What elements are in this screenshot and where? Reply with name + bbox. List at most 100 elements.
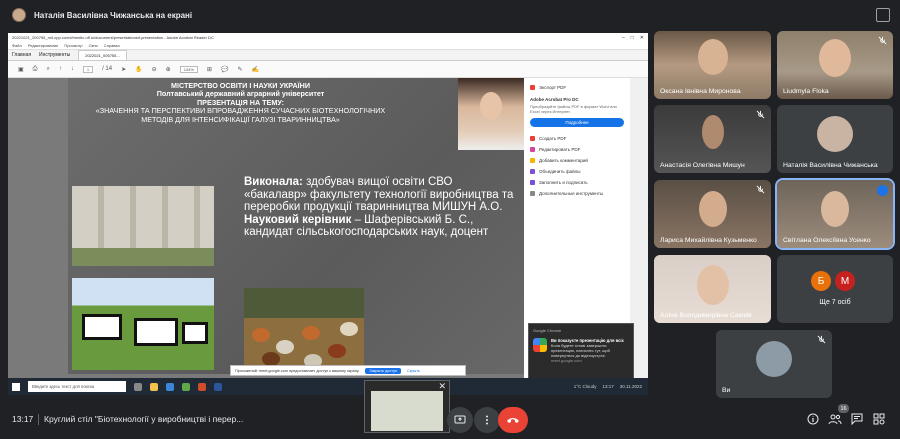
chrome-icon[interactable] bbox=[182, 382, 190, 391]
edit-pdf-icon bbox=[530, 147, 535, 152]
combine-files-item[interactable]: Объединить файлы bbox=[530, 166, 624, 177]
window-controls: – □ ✕ bbox=[622, 35, 648, 41]
comment-icon[interactable]: 💬 bbox=[221, 66, 228, 73]
minimize-icon[interactable]: – bbox=[622, 35, 625, 41]
chat-button[interactable] bbox=[848, 410, 866, 428]
page-total: / 14 bbox=[102, 66, 113, 72]
participant-tile[interactable]: Аліна Володимирівна Саюків bbox=[654, 255, 771, 323]
word-icon[interactable] bbox=[214, 382, 222, 391]
comment-item[interactable]: Добавить комментарий bbox=[530, 155, 624, 166]
menu-help[interactable]: Справка bbox=[104, 43, 120, 48]
fill-sign-icon bbox=[530, 180, 535, 185]
activities-icon bbox=[873, 413, 885, 425]
acrobat-tabs: Главная Инструменты 2022021_005755... bbox=[8, 50, 648, 61]
explorer-icon[interactable] bbox=[150, 382, 158, 391]
save-icon[interactable]: ▣ bbox=[18, 66, 24, 73]
zoom-out-icon[interactable]: ⊖ bbox=[152, 66, 157, 73]
notification-app: Google Chrome bbox=[533, 328, 562, 333]
meeting-title: Круглий стіл "Біотехнології у виробництв… bbox=[44, 414, 244, 424]
hide-sharing-button[interactable]: Скрыть bbox=[407, 369, 420, 373]
print-icon[interactable]: ⎙ bbox=[33, 66, 38, 73]
participant-name: Аліна Володимирівна Саюків bbox=[660, 312, 752, 319]
hang-up-icon bbox=[507, 418, 519, 423]
participant-face bbox=[819, 39, 851, 78]
cursor-icon[interactable]: ➤ bbox=[121, 66, 126, 73]
next-page-icon[interactable]: ↓ bbox=[71, 66, 74, 72]
windows-start-icon[interactable] bbox=[12, 382, 20, 391]
tab-home[interactable]: Главная bbox=[12, 52, 31, 58]
more-tools-item[interactable]: Дополнительные инструменты bbox=[530, 188, 624, 199]
close-icon[interactable]: ✕ bbox=[640, 35, 644, 41]
comment-tool-icon bbox=[530, 158, 535, 163]
present-screen-icon bbox=[454, 415, 466, 424]
export-pdf-item[interactable]: Экспорт PDF bbox=[530, 82, 624, 93]
menu-edit[interactable]: Редактирование bbox=[28, 43, 58, 48]
hand-icon[interactable]: ✋ bbox=[135, 66, 142, 73]
participant-name: Світлана Олексіївна Усенко bbox=[783, 237, 871, 244]
notification-source: meet.google.com bbox=[551, 358, 582, 363]
meeting-time: 13:17 bbox=[12, 414, 34, 424]
more-options-button[interactable] bbox=[474, 407, 500, 433]
self-name: Ви bbox=[722, 387, 731, 394]
meet-logo-icon bbox=[533, 338, 547, 352]
search-icon[interactable]: ⌕ bbox=[46, 66, 49, 73]
zoom-in-icon[interactable]: ⊕ bbox=[166, 66, 171, 73]
acrobat-toolbar: ▣ ⎙ ⌕ ↑ ↓ 1 / 14 ➤ ✋ ⊖ ⊕ 134% ⊞ 💬 ✎ ✍ bbox=[8, 61, 648, 78]
participant-badge-b: Б bbox=[811, 271, 831, 291]
participant-face bbox=[698, 190, 727, 227]
participant-tile[interactable]: Наталія Василівна Чижанська bbox=[777, 105, 893, 173]
activities-button[interactable] bbox=[870, 410, 888, 428]
menu-file[interactable]: Файл bbox=[12, 43, 22, 48]
page-input[interactable]: 1 bbox=[82, 65, 94, 73]
participant-tile-speaking[interactable]: Світлана Олексіївна Усенко bbox=[775, 178, 895, 250]
sign-icon[interactable]: ✍ bbox=[251, 66, 258, 73]
slide-topic-2: МЕТОДІВ ДЛЯ ІНТЕНСИФІКАЦІЇ ГАЛУЗІ ТВАРИН… bbox=[141, 114, 340, 124]
acrobat-titlebar: 20221021_200755_m4.cpp.co/ml/trientic.of… bbox=[8, 33, 648, 42]
presentation-slide: МІСТЕРСТВО ОСВІТИ І НАУКИ УКРАЇНИ Полтав… bbox=[68, 78, 524, 374]
participant-tile[interactable]: Liudmyla Floka bbox=[777, 31, 893, 99]
menu-view[interactable]: Просмотр bbox=[64, 43, 82, 48]
leave-call-button[interactable] bbox=[498, 407, 528, 433]
tab-tools[interactable]: Инструменты bbox=[39, 52, 70, 58]
slide-author-block: Виконала: здобувач вищої освіти СВО «бак… bbox=[244, 176, 514, 239]
chat-icon bbox=[851, 413, 863, 425]
promo-button[interactable]: Подробнее bbox=[530, 118, 624, 127]
more-participants-tile[interactable]: Б М Ще 7 осіб bbox=[777, 255, 893, 323]
meet-window: Наталія Василівна Чижанська на екрані 20… bbox=[0, 0, 900, 439]
pen-icon[interactable]: ✎ bbox=[237, 66, 242, 73]
zoom-select[interactable]: 134% bbox=[179, 65, 198, 73]
participant-tile[interactable]: Лариса Михайлівна Кузьменко bbox=[654, 180, 771, 248]
sharing-text: Прохожений: meet.google.com предоставляе… bbox=[235, 368, 360, 373]
present-button[interactable] bbox=[447, 407, 473, 433]
taskbar-search[interactable]: Введите здесь текст для поиска bbox=[28, 381, 126, 392]
participant-face bbox=[696, 264, 729, 305]
participant-name: Наталія Василівна Чижанська bbox=[783, 162, 878, 169]
edit-pdf-item[interactable]: Редактировать PDF bbox=[530, 144, 624, 155]
fill-sign-item[interactable]: Заполнить и подписать bbox=[530, 177, 624, 188]
edge-icon[interactable] bbox=[166, 382, 174, 391]
tab-document[interactable]: 2022021_005755... bbox=[78, 50, 127, 60]
create-pdf-item[interactable]: Создать PDF bbox=[530, 133, 624, 144]
acrobat-taskbar-icon[interactable] bbox=[198, 382, 206, 391]
participant-tile[interactable]: Оксана Івнівна Миронова bbox=[654, 31, 771, 99]
task-view-icon[interactable] bbox=[134, 382, 142, 391]
maximize-icon[interactable]: □ bbox=[631, 35, 634, 41]
mic-off-icon bbox=[756, 110, 765, 119]
participant-tile[interactable]: Анастасія Олегівна Мишун bbox=[654, 105, 771, 173]
screen-sharing-bar: Прохожений: meet.google.com предоставляе… bbox=[230, 365, 466, 376]
author-photo bbox=[458, 78, 524, 150]
menu-window[interactable]: Окно bbox=[89, 43, 98, 48]
participant-name: Анастасія Олегівна Мишун bbox=[660, 162, 745, 169]
prev-page-icon[interactable]: ↑ bbox=[59, 66, 62, 72]
self-tile[interactable]: Ви bbox=[716, 330, 832, 398]
meeting-details-button[interactable] bbox=[804, 410, 822, 428]
presenter-avatar bbox=[12, 8, 26, 22]
presenter-banner: Наталія Василівна Чижанська на екрані bbox=[0, 0, 900, 30]
chrome-notification[interactable]: Google Chrome Ви показуєте презентацію д… bbox=[528, 323, 634, 379]
cows-image bbox=[72, 278, 214, 370]
fit-icon[interactable]: ⊞ bbox=[207, 66, 212, 73]
participant-name: Лариса Михайлівна Кузьменко bbox=[660, 237, 757, 244]
fullscreen-icon[interactable] bbox=[876, 8, 890, 22]
divider bbox=[38, 414, 39, 425]
stop-sharing-button[interactable]: Закрыть доступ bbox=[365, 367, 402, 374]
